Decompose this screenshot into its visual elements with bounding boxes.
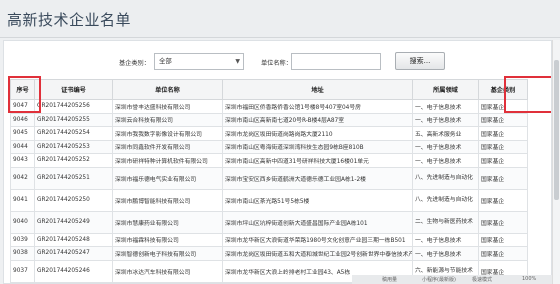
cell-address: 深圳市坪山区坑梓街道创新大道盛昌国际产业园A栋101: [222, 210, 413, 234]
name-input[interactable]: [291, 53, 381, 70]
name-label: 单位名称：: [261, 60, 292, 67]
table-row[interactable]: 9043 GR201744205252 深圳市研祥特种计算机软件有限公司 深圳市…: [10, 153, 528, 168]
cell-name: 深圳云合科技有限公司: [112, 112, 223, 127]
company-table: 序号 证书编号 单位名称 地址 所属领域 基企类别 9047 GR2017442…: [10, 79, 528, 283]
cell-cert: GR201744205252: [34, 153, 113, 168]
cell-cert: GR201744205249: [34, 210, 113, 234]
cell-address: 深圳市福田区侨香路侨香公馆1号楼8号407室04号房: [222, 99, 413, 114]
cell-cert: GR201744205248: [34, 232, 113, 247]
cell-name: 深圳市研祥特种计算机软件有限公司: [112, 153, 223, 168]
cell-name: 深圳市誉丰达盛科技有限公司: [112, 99, 223, 114]
cell-name: 深圳市冰达汽车科技有限公司: [112, 259, 223, 283]
col-header-name: 单位名称: [112, 79, 223, 100]
table-row[interactable]: 9044 GR201744205253 深圳市同鑫软件开发有限公司 深圳市南山区…: [10, 139, 528, 154]
cell-type: 国家基企: [478, 166, 528, 190]
cell-field: 五、高新术服务业: [412, 126, 479, 141]
cell-cert: GR201744205247: [34, 246, 113, 261]
page-header: 高新技术企业名单: [0, 0, 560, 38]
vertical-scrollbar[interactable]: [552, 40, 560, 284]
cell-no: 9045: [10, 126, 35, 141]
cell-no: 9037: [10, 259, 35, 283]
col-header-field: 所属领域: [412, 79, 479, 100]
status-item-2[interactable]: 小程序(最新版): [422, 276, 456, 283]
cell-no: 9038: [10, 246, 35, 261]
cell-cert: GR201744205251: [34, 166, 113, 190]
cell-address: 深圳市南山区粤海街道深圳湾科技生态园9栋B座810B: [222, 139, 413, 154]
table-row[interactable]: 9045 GR201744205254 深圳市我我数字影像设计有限公司 深圳市龙…: [10, 126, 528, 141]
search-button[interactable]: 搜索...: [395, 52, 445, 70]
cell-cert: GR201744205253: [34, 139, 113, 154]
cell-cert: GR201744205255: [34, 112, 113, 127]
table-row[interactable]: 9038 GR201744205247 深圳智德创新电子科技有限公司 深圳市龙岗…: [10, 246, 528, 261]
status-bar: 稿用量 小程序(最新版) 极速模式 100%: [352, 275, 552, 284]
cell-cert: GR201744205256: [34, 99, 113, 114]
cell-type: 国家基企: [478, 210, 528, 234]
cell-type: 国家基企: [478, 139, 528, 154]
cell-type: 国家基企: [478, 246, 528, 261]
cell-field: 一、电子信息技术: [412, 232, 479, 247]
category-select[interactable]: 全部 ▼: [154, 53, 244, 70]
cell-field: 八、先进制造与自动化: [412, 188, 479, 212]
cell-name: 深圳市福乐德电气实业有限公司: [112, 166, 223, 190]
cell-name: 深圳市慧康药业有限公司: [112, 210, 223, 234]
scrollbar-thumb[interactable]: [554, 60, 559, 200]
table-row[interactable]: 9047 GR201744205256 深圳市誉丰达盛科技有限公司 深圳市福田区…: [10, 99, 528, 114]
cell-address: 深圳市龙岗区坂田街道五和大道和城世纪工业园2号创新世界中泰信技术产业园A1栋1楼: [222, 246, 413, 261]
cell-no: 9043: [10, 153, 35, 168]
cell-cert: GR201744205254: [34, 126, 113, 141]
table-row[interactable]: 9046 GR201744205255 深圳云合科技有限公司 深圳市南山区高新南…: [10, 112, 528, 127]
cell-no: 9039: [10, 232, 35, 247]
cell-type: 国家基企: [478, 232, 528, 247]
highlight-type-column: [504, 76, 551, 113]
cell-address: 深圳市南山区高新南七道20号R-B楼4层A87室: [222, 112, 413, 127]
table-header-row: 序号 证书编号 单位名称 地址 所属领域 基企类别: [10, 79, 528, 100]
table-row[interactable]: 9041 GR201744205250 深圳市鹏博智能科技有限公司 深圳市南山区…: [10, 188, 528, 212]
cell-field: 一、电子信息技术: [412, 139, 479, 154]
cell-no: 9046: [10, 112, 35, 127]
cell-no: 9040: [10, 210, 35, 234]
cell-field: 一、电子信息技术: [412, 99, 479, 114]
cell-address: 深圳市南山区茶光路51号5栋5楼: [222, 188, 413, 212]
status-item-3[interactable]: 极速模式: [472, 276, 492, 283]
cell-cert: GR201744205250: [34, 188, 113, 212]
search-bar: 基企类别： 全部 ▼ 单位名称： 搜索...: [4, 51, 551, 73]
cell-cert: GR201744205246: [34, 259, 113, 283]
zoom-level[interactable]: 100%: [522, 276, 536, 282]
cell-name: 深圳市我我数字影像设计有限公司: [112, 126, 223, 141]
cell-no: 9044: [10, 139, 35, 154]
category-label: 基企类别：: [119, 60, 150, 67]
table-row[interactable]: 9040 GR201744205249 深圳市慧康药业有限公司 深圳市坪山区坑梓…: [10, 210, 528, 234]
cell-type: 国家基企: [478, 112, 528, 127]
highlight-no-column: [8, 76, 41, 113]
cell-field: 一、电子信息技术: [412, 153, 479, 168]
table-row[interactable]: 9042 GR201744205251 深圳市福乐德电气实业有限公司 深圳市宝安…: [10, 166, 528, 190]
content-panel: 基企类别： 全部 ▼ 单位名称： 搜索... 序号 证书编号 单位名称 地址 所…: [3, 40, 552, 284]
cell-name: 深圳市同鑫软件开发有限公司: [112, 139, 223, 154]
cell-field: 一、电子信息技术: [412, 112, 479, 127]
cell-no: 9042: [10, 166, 35, 190]
cell-address: 深圳市南山区高新中四道31号研祥科技大厦16楼01单元: [222, 153, 413, 168]
cell-address: 深圳市龙华新区大浪街道华荣路1980号文化创意产业园三期一栋B501: [222, 232, 413, 247]
cell-field: 八、先进制造与自动化: [412, 166, 479, 190]
cell-no: 9041: [10, 188, 35, 212]
table-row[interactable]: 9039 GR201744205248 深圳市福霖科技有限公司 深圳市龙华新区大…: [10, 232, 528, 247]
cell-field: 二、生物与新医药技术: [412, 210, 479, 234]
cell-type: 国家基企: [478, 153, 528, 168]
cell-name: 深圳市福霖科技有限公司: [112, 232, 223, 247]
cell-type: 国家基企: [478, 188, 528, 212]
cell-address: 深圳市龙岗区坂田街道岗路岗路大厦2110: [222, 126, 413, 141]
status-item-1[interactable]: 稿用量: [382, 276, 397, 283]
cell-name: 深圳市鹏博智能科技有限公司: [112, 188, 223, 212]
page-title: 高新技术企业名单: [7, 11, 132, 29]
cell-name: 深圳智德创新电子科技有限公司: [112, 246, 223, 261]
col-header-cert: 证书编号: [34, 79, 113, 100]
chevron-down-icon: ▼: [235, 58, 240, 65]
cell-type: 国家基企: [478, 126, 528, 141]
cell-field: 一、电子信息技术: [412, 246, 479, 261]
col-header-address: 地址: [222, 79, 413, 100]
cell-address: 深圳市宝安区西乡街道鹤洲大道德乐德工业园A栋1-2楼: [222, 166, 413, 190]
category-select-value: 全部: [159, 57, 172, 65]
